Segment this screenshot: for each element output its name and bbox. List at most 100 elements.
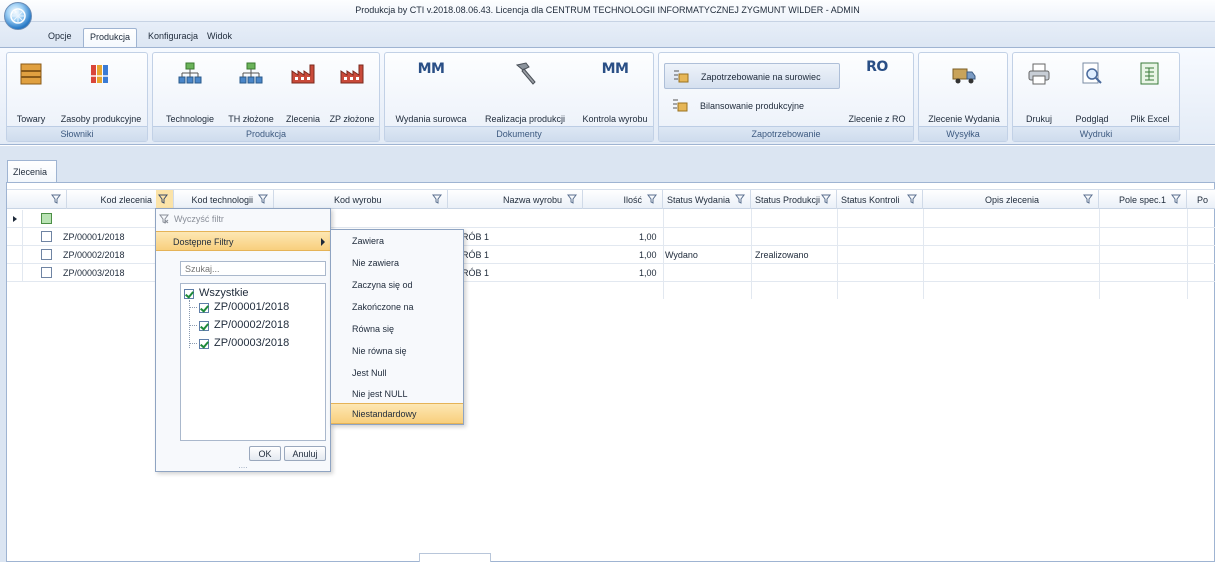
- zapotrzebowanie-na-surowiec-button[interactable]: Zapotrzebowanie na surowiec: [664, 63, 840, 89]
- filter-operators-submenu: Zawiera Nie zawiera Zaczyna się od Zakoń…: [330, 229, 464, 425]
- truck-icon: [952, 68, 976, 84]
- zlecenie-z-ro-button[interactable]: RO Zlecenie z RO: [843, 55, 911, 127]
- column-filter-popup: Wyczyść filtr Dostępne Filtry Wszystkie …: [155, 208, 331, 472]
- boxes-icon: [20, 63, 42, 85]
- cell-kod-zlecenia: ZP/00002/2018: [63, 250, 125, 260]
- factory-icon: [291, 64, 315, 84]
- column-header-pole-spec1[interactable]: Pole spec.1: [1099, 190, 1187, 209]
- group-wydruki: Drukuj Podgląd Plik Excel Wydruki: [1012, 52, 1180, 142]
- row-checkbox[interactable]: [41, 249, 52, 260]
- ribbon: Towary Zasoby produkcyjne Słowniki Techn…: [0, 47, 1215, 145]
- row-checkbox[interactable]: [41, 231, 52, 242]
- menu-item-zakonczone-na[interactable]: Zakończone na: [331, 296, 463, 317]
- filter-funnel-icon[interactable]: [1083, 194, 1093, 204]
- mm-document-icon: MM: [601, 61, 629, 77]
- cell-kod-zlecenia: ZP/00003/2018: [63, 268, 125, 278]
- tree-item[interactable]: ZP/00001/2018: [214, 301, 289, 313]
- group-label-wysylka: Wysyłka: [919, 126, 1007, 141]
- column-header-status-wydania[interactable]: Status Wydania: [663, 190, 751, 209]
- column-header-kod-technologii[interactable]: Kod technologii: [174, 190, 274, 209]
- select-all-checkbox[interactable]: [41, 213, 52, 224]
- filter-funnel-icon[interactable]: [567, 194, 577, 204]
- cell-ilosc: 1,00: [639, 232, 657, 242]
- filter-funnel-icon[interactable]: [258, 194, 268, 204]
- magnifier-icon: [1082, 62, 1102, 84]
- zasoby-produkcyjne-button[interactable]: Zasoby produkcyjne: [55, 55, 147, 127]
- filter-funnel-icon[interactable]: [821, 194, 831, 204]
- checkbox-item[interactable]: [199, 339, 209, 349]
- column-header-ilosc[interactable]: Ilość: [583, 190, 663, 209]
- menu-item-zaczyna-sie-od[interactable]: Zaczyna się od: [331, 274, 463, 295]
- cell-nazwa-wyrobu: RÓB 1: [462, 232, 490, 242]
- column-header-selector[interactable]: [7, 190, 67, 209]
- podglad-button[interactable]: Podgląd: [1065, 55, 1119, 127]
- group-label-produkcja: Produkcja: [153, 126, 379, 141]
- row-checkbox[interactable]: [41, 267, 52, 278]
- tab-zlecenia[interactable]: Zlecenia: [7, 160, 57, 182]
- checkbox-item[interactable]: [199, 321, 209, 331]
- tab-produkcja[interactable]: Produkcja: [83, 28, 138, 48]
- checkbox-item[interactable]: [199, 303, 209, 313]
- tab-konfiguracja[interactable]: Konfiguracja: [142, 28, 204, 48]
- app-menu-orb-icon[interactable]: [4, 2, 32, 30]
- ok-button[interactable]: OK: [249, 446, 281, 461]
- column-header-nazwa-wyrobu[interactable]: Nazwa wyrobu: [448, 190, 583, 209]
- column-header-status-produkcji[interactable]: Status Produkcji: [751, 190, 837, 209]
- hierarchy-icon: [178, 62, 202, 84]
- status-fragment: [419, 553, 491, 562]
- menu-item-nie-zawiera[interactable]: Nie zawiera: [331, 252, 463, 273]
- column-header-po[interactable]: Po: [1187, 190, 1215, 209]
- towary-button[interactable]: Towary: [9, 55, 53, 127]
- binders-icon: [91, 65, 108, 83]
- filter-funnel-icon[interactable]: [735, 194, 745, 204]
- zp-zlozone-button[interactable]: ZP złożone: [327, 55, 377, 127]
- column-header-status-kontroli[interactable]: Status Kontroli: [837, 190, 923, 209]
- menu-item-nie-rowna-sie[interactable]: Nie równa się: [331, 340, 463, 361]
- column-header-kod-wyrobu[interactable]: Kod wyrobu: [274, 190, 448, 209]
- plik-excel-button[interactable]: Plik Excel: [1121, 55, 1179, 127]
- request-list-icon: [674, 70, 689, 83]
- menu-item-rowna-sie[interactable]: Równa się: [331, 318, 463, 339]
- tree-item[interactable]: ZP/00002/2018: [214, 319, 289, 331]
- zlecenia-button[interactable]: Zlecenia: [281, 55, 325, 127]
- resize-grip[interactable]: ....: [156, 462, 330, 471]
- filter-funnel-icon[interactable]: [51, 194, 61, 204]
- bilansowanie-produkcyjne-button[interactable]: Bilansowanie produkcyjne: [664, 93, 840, 119]
- active-filter-button[interactable]: [156, 190, 174, 209]
- available-filters-item[interactable]: Dostępne Filtry: [156, 231, 330, 251]
- column-header-opis-zlecenia[interactable]: Opis zlecenia: [923, 190, 1099, 209]
- th-zlozone-button[interactable]: TH złożone: [223, 55, 279, 127]
- tree-item-wszystkie[interactable]: Wszystkie: [199, 287, 249, 299]
- hammer-icon: [515, 62, 536, 85]
- group-label-wydruki: Wydruki: [1013, 126, 1179, 141]
- menu-item-niestandardowy[interactable]: Niestandardowy: [331, 403, 463, 424]
- technologie-button[interactable]: Technologie: [159, 55, 221, 127]
- cell-kod-zlecenia: ZP/00001/2018: [63, 232, 125, 242]
- menu-item-zawiera[interactable]: Zawiera: [331, 230, 463, 251]
- filter-funnel-icon[interactable]: [432, 194, 442, 204]
- group-produkcja: Technologie TH złożone Zlecenia ZP złożo…: [152, 52, 380, 142]
- tab-opcje[interactable]: Opcje: [42, 28, 78, 48]
- menu-item-jest-null[interactable]: Jest Null: [331, 362, 463, 383]
- tree-item[interactable]: ZP/00003/2018: [214, 337, 289, 349]
- group-label-slowniki: Słowniki: [7, 126, 147, 141]
- checkbox-wszystkie[interactable]: [184, 289, 194, 299]
- zlecenie-wydania-button[interactable]: Zlecenie Wydania: [921, 55, 1007, 127]
- filter-funnel-icon[interactable]: [907, 194, 917, 204]
- filter-search-field[interactable]: [180, 261, 326, 276]
- wydania-surowca-button[interactable]: MM Wydania surowca: [389, 55, 473, 127]
- menu-item-nie-jest-null[interactable]: Nie jest NULL: [331, 383, 463, 404]
- filter-funnel-icon[interactable]: [1171, 194, 1181, 204]
- clear-filter-item[interactable]: Wyczyść filtr: [156, 209, 330, 229]
- ribbon-tab-bar: Opcje Produkcja Konfiguracja Widok: [0, 22, 1215, 48]
- tab-widok[interactable]: Widok: [201, 28, 238, 48]
- filter-funnel-icon[interactable]: [158, 194, 168, 204]
- kontrola-wyrobu-button[interactable]: MM Kontrola wyrobu: [577, 55, 653, 127]
- cell-ilosc: 1,00: [639, 250, 657, 260]
- drukuj-button[interactable]: Drukuj: [1015, 55, 1063, 127]
- realizacja-produkcji-button[interactable]: Realizacja produkcji: [477, 55, 573, 127]
- title-bar: Produkcja by CTI v.2018.08.06.43. Licenc…: [0, 0, 1215, 22]
- filter-search-input[interactable]: [185, 264, 321, 274]
- filter-funnel-icon[interactable]: [647, 194, 657, 204]
- cancel-button[interactable]: Anuluj: [284, 446, 326, 461]
